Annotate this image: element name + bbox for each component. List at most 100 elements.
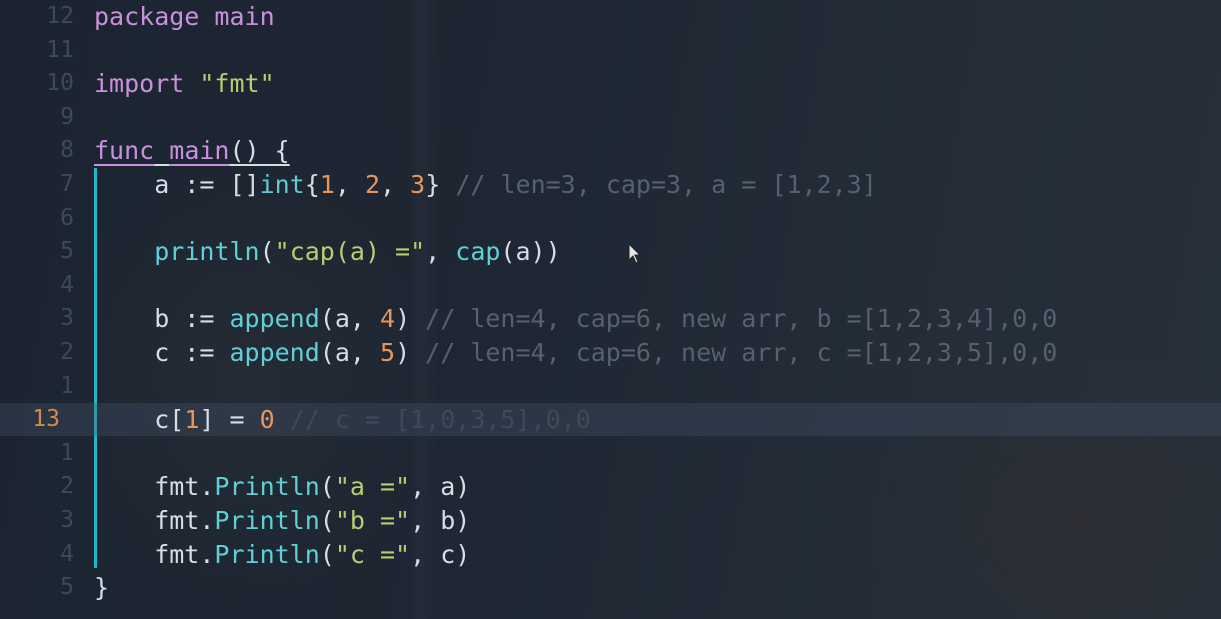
code-token: } <box>425 170 456 199</box>
code-token: (a, <box>319 304 380 334</box>
code-token: , <box>425 237 456 267</box>
code-line[interactable]: 13 c[1] = 0 // c = [1,0,3,5],0,0 <box>0 403 1221 437</box>
code-token: ( <box>319 472 335 502</box>
code-token: ( <box>319 506 335 535</box>
line-number: 1 <box>60 439 74 466</box>
code-token: , <box>334 170 365 199</box>
code-line[interactable]: 4 <box>0 269 1221 302</box>
code-token: fmt. <box>94 539 215 569</box>
code-line[interactable]: 1 <box>0 437 1221 470</box>
line-code: fmt.Println("c =", c) <box>94 538 470 571</box>
code-token: // len=4, cap=6, new arr, b =[1,2,3,4],0… <box>425 304 1058 334</box>
code-token: 4 <box>380 304 396 334</box>
line-number: 2 <box>60 473 74 500</box>
mouse-pointer-icon <box>628 243 642 264</box>
line-number: 2 <box>60 339 74 365</box>
code-token: fmt. <box>94 506 215 535</box>
code-line[interactable]: 12 package main <box>0 0 1221 33</box>
line-code: fmt.Println("b =", b) <box>94 504 470 537</box>
code-line[interactable]: 6 <box>0 202 1221 235</box>
line-number: 5 <box>60 574 74 601</box>
code-token: Println <box>214 472 320 502</box>
line-number: 7 <box>60 171 74 197</box>
code-token: func <box>94 136 155 166</box>
code-line[interactable]: 3 fmt.Println("b =", b) <box>0 504 1221 537</box>
code-line[interactable]: 2 c := append(a, 5) // len=4, cap=6, new… <box>0 336 1221 369</box>
line-number: 11 <box>46 36 74 63</box>
code-token: 0 <box>259 405 275 435</box>
code-token: println <box>154 237 260 267</box>
code-token: c[ <box>94 405 185 435</box>
code-token: "a =" <box>334 472 411 502</box>
code-token: fmt. <box>94 472 215 502</box>
line-code: c[1] = 0 // c = [1,0,3,5],0,0 <box>94 403 591 436</box>
code-token: // c = [1,0,3,5],0,0 <box>289 405 591 435</box>
line-number: 4 <box>60 540 74 567</box>
line-number: 8 <box>60 137 74 164</box>
code-line[interactable]: 11 <box>0 34 1221 67</box>
code-token: ( <box>319 539 335 569</box>
code-token: package main <box>94 2 275 31</box>
line-code: import "fmt" <box>94 67 275 100</box>
code-line[interactable]: 7 a := []int{1, 2, 3} // len=3, cap=3, a… <box>0 168 1221 201</box>
line-number: 4 <box>60 271 74 298</box>
code-token: append <box>229 304 320 334</box>
code-token: } <box>94 573 110 603</box>
line-number: 1 <box>60 372 74 399</box>
code-token: "fmt" <box>199 69 275 99</box>
code-token: () { <box>229 136 290 166</box>
code-token: // len=3, cap=3, a = [1,2,3] <box>455 170 877 199</box>
code-token: append <box>229 338 320 367</box>
code-line[interactable]: 5 println("cap(a) =", cap(a)) <box>0 235 1221 268</box>
code-line[interactable]: 3 b := append(a, 4) // len=4, cap=6, new… <box>0 302 1221 335</box>
code-token: b := <box>94 304 230 334</box>
line-number: 10 <box>46 70 74 97</box>
code-token: int <box>259 170 305 199</box>
code-token: cap <box>455 237 501 267</box>
line-code: func main() { <box>94 134 290 167</box>
code-token: a := [] <box>94 170 260 199</box>
line-number: 9 <box>60 103 74 130</box>
code-token: 1 <box>184 405 200 435</box>
code-line[interactable]: 9 <box>0 101 1221 134</box>
code-token: c := <box>94 338 230 367</box>
code-token: Println <box>214 539 320 569</box>
code-line[interactable]: 2 fmt.Println("a =", a) <box>0 470 1221 503</box>
code-token: (a)) <box>500 237 561 267</box>
line-code: fmt.Println("a =", a) <box>94 470 470 503</box>
code-token: , a) <box>410 472 471 502</box>
code-token: "cap(a) =" <box>274 237 426 267</box>
line-code: a := []int{1, 2, 3} // len=3, cap=3, a =… <box>94 168 877 201</box>
code-line[interactable]: 8 func main() { <box>0 134 1221 167</box>
code-token: ( <box>259 237 275 267</box>
code-token: 5 <box>380 338 396 367</box>
line-code: println("cap(a) =", cap(a)) <box>94 235 561 268</box>
code-token: ) <box>395 304 426 334</box>
line-code: } <box>94 571 109 604</box>
line-number: 6 <box>60 204 74 231</box>
line-code: c := append(a, 5) // len=4, cap=6, new a… <box>94 336 1057 369</box>
code-editor[interactable]: 12 package main 11 10 import "fmt" 9 8 func mai… <box>0 0 1221 619</box>
code-token: 1 <box>319 170 335 199</box>
code-token: { <box>304 170 320 199</box>
code-line[interactable]: 10 import "fmt" <box>0 67 1221 100</box>
code-token: 3 <box>410 170 426 199</box>
code-token: (a, <box>319 338 380 367</box>
code-token: , c) <box>410 539 471 569</box>
code-token: , <box>380 170 411 199</box>
code-token: main <box>169 136 230 166</box>
code-token: import <box>94 69 200 99</box>
code-line[interactable]: 4 fmt.Println("c =", c) <box>0 538 1221 571</box>
code-token: , b) <box>410 506 471 535</box>
code-token: ] = <box>199 405 260 435</box>
code-token: "c =" <box>334 539 411 569</box>
line-code: b := append(a, 4) // len=4, cap=6, new a… <box>94 302 1057 335</box>
code-line[interactable]: 1 <box>0 370 1221 403</box>
code-token: 2 <box>364 170 381 199</box>
line-number: 5 <box>60 238 74 265</box>
line-number: 13 <box>32 406 60 433</box>
code-line[interactable]: 5} <box>0 571 1221 604</box>
code-token: // len=4, cap=6, new arr, c =[1,2,3,5],0… <box>425 338 1058 367</box>
